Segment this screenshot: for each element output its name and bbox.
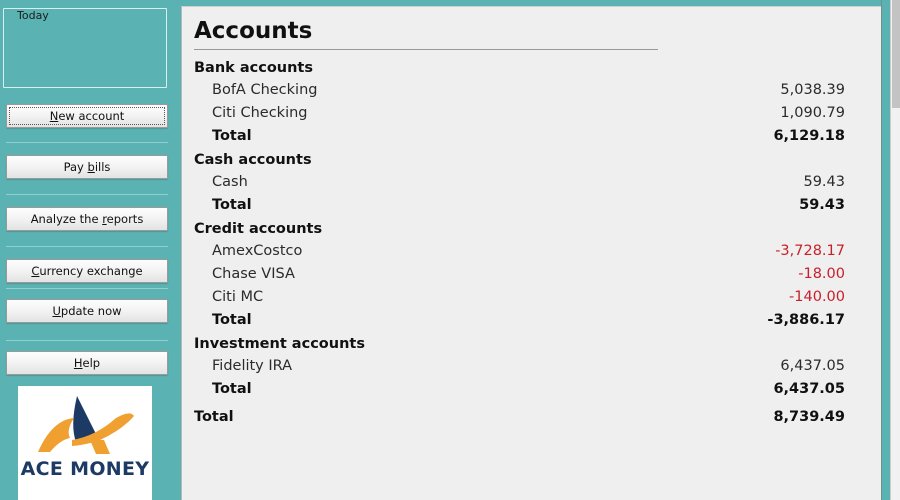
sidebar-button-label: Analyze the reports — [30, 212, 144, 226]
sidebar-separator — [6, 340, 168, 341]
today-group-label: Today — [14, 10, 52, 22]
sidebar-separator — [6, 194, 168, 195]
section-heading: Bank accounts — [194, 60, 313, 76]
sidebar-button-currency-exchange[interactable]: Currency exchange — [6, 259, 168, 283]
account-amount: 1,090.79 — [780, 105, 845, 121]
account-amount: 59.43 — [799, 197, 845, 213]
sidebar-separator — [6, 288, 168, 289]
account-amount: -140.00 — [789, 289, 845, 305]
ace-money-logo-text: ACE MONEY — [20, 458, 150, 480]
section-total-row[interactable]: Total -3,886.17 — [193, 309, 863, 332]
account-name: Cash — [212, 174, 248, 190]
accounts-panel: Accounts Bank accounts BofA Checking 5,038… — [181, 6, 881, 500]
sidebar-button-update-now[interactable]: Update now — [6, 299, 168, 323]
account-amount: 8,739.49 — [773, 409, 845, 425]
today-group-box: Today — [3, 8, 167, 88]
vertical-scrollbar[interactable] — [890, 0, 900, 500]
account-amount: -3,886.17 — [767, 312, 845, 328]
section-total-row[interactable]: Total 59.43 — [193, 194, 863, 217]
account-amount: 59.43 — [803, 174, 845, 190]
sidebar-separator — [6, 246, 168, 247]
grand-total-row[interactable]: Total 8,739.49 — [193, 406, 863, 429]
account-amount: 6,437.05 — [773, 381, 845, 397]
section-heading: Credit accounts — [194, 221, 323, 237]
account-name: Total — [194, 409, 234, 425]
ace-money-logo-mark — [38, 396, 134, 454]
title-divider — [194, 49, 658, 50]
sidebar-button-label: New account — [49, 109, 125, 123]
account-row[interactable]: Chase VISA -18.00 — [193, 263, 863, 286]
account-row[interactable]: AmexCostco -3,728.17 — [193, 240, 863, 263]
account-name: Chase VISA — [212, 266, 295, 282]
sidebar-button-label: Currency exchange — [31, 264, 143, 278]
sidebar-button-label: Update now — [52, 304, 122, 318]
account-row[interactable]: Citi Checking 1,090.79 — [193, 102, 863, 125]
sidebar-separator — [6, 142, 168, 143]
account-row[interactable]: Cash 59.43 — [193, 171, 863, 194]
section-heading: Investment accounts — [194, 336, 365, 352]
account-name: Total — [212, 381, 252, 397]
account-name: AmexCostco — [212, 243, 303, 259]
page-title: Accounts — [194, 18, 313, 44]
account-amount: -18.00 — [798, 266, 845, 282]
account-amount: 5,038.39 — [780, 82, 845, 98]
account-amount: -3,728.17 — [775, 243, 845, 259]
account-row[interactable]: BofA Checking 5,038.39 — [193, 79, 863, 102]
application-window: Today New account Pay bills Analyze the re… — [0, 0, 900, 500]
account-name: Citi MC — [212, 289, 264, 305]
section-heading: Cash accounts — [194, 152, 312, 168]
account-name: Total — [212, 128, 252, 144]
account-name: Total — [212, 197, 252, 213]
account-name: Total — [212, 312, 252, 328]
account-name: Citi Checking — [212, 105, 308, 121]
section-total-row[interactable]: Total 6,437.05 — [193, 378, 863, 401]
sidebar-button-new-account[interactable]: New account — [6, 104, 168, 128]
account-row[interactable]: Citi MC -140.00 — [193, 286, 863, 309]
sidebar: Today New account Pay bills Analyze the re… — [0, 0, 178, 500]
scrollbar-thumb[interactable] — [892, 0, 900, 108]
sidebar-button-label: Pay bills — [63, 160, 111, 174]
sidebar-button-label: Help — [73, 356, 101, 370]
account-name: BofA Checking — [212, 82, 318, 98]
sidebar-button-help[interactable]: Help — [6, 351, 168, 375]
account-name: Fidelity IRA — [212, 358, 293, 374]
ace-money-logo: ACE MONEY — [18, 386, 152, 500]
account-row[interactable]: Fidelity IRA 6,437.05 — [193, 355, 863, 378]
accounts-sections: Bank accounts BofA Checking 5,038.39 Citi C… — [193, 56, 863, 429]
sidebar-button-analyze-the-reports[interactable]: Analyze the reports — [6, 207, 168, 231]
sidebar-button-pay-bills[interactable]: Pay bills — [6, 155, 168, 179]
section-total-row[interactable]: Total 6,129.18 — [193, 125, 863, 148]
account-amount: 6,437.05 — [780, 358, 845, 374]
account-amount: 6,129.18 — [773, 128, 845, 144]
